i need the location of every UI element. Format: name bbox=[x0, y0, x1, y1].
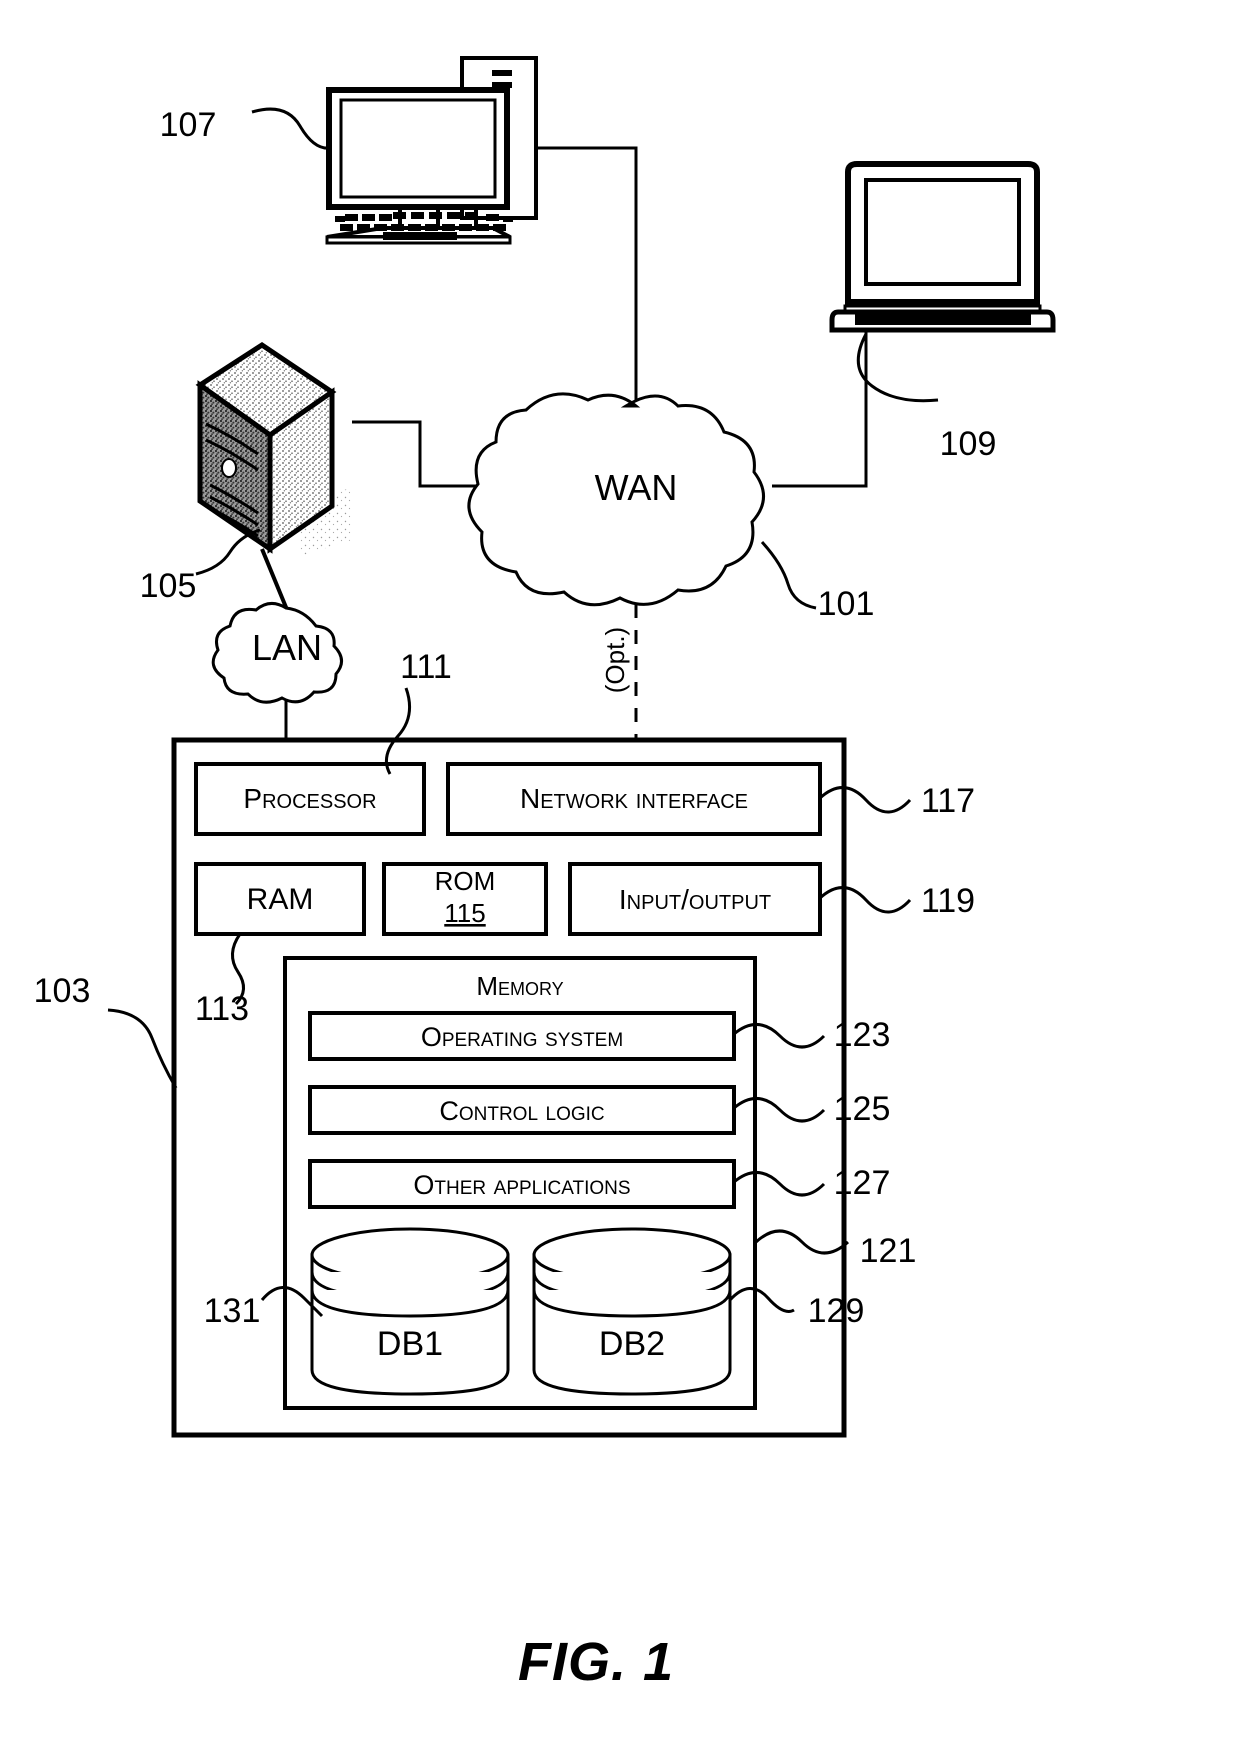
other-applications-block: Other applications bbox=[308, 1159, 736, 1209]
ref-131: 131 bbox=[204, 1292, 261, 1330]
ref-127: 127 bbox=[834, 1164, 891, 1202]
memory-label: Memory bbox=[476, 971, 563, 1001]
db2-label: DB2 bbox=[599, 1325, 665, 1363]
input-output-block: Input/output bbox=[568, 862, 822, 936]
db1-cylinder: DB1 bbox=[310, 1227, 510, 1396]
processor-label: Processor bbox=[243, 783, 376, 814]
ref-101: 101 bbox=[818, 585, 875, 623]
other-applications-label: Other applications bbox=[413, 1170, 630, 1200]
ref-123: 123 bbox=[834, 1016, 891, 1054]
ref-111: 111 bbox=[400, 648, 452, 686]
processor-block: Processor bbox=[194, 762, 426, 836]
network-interface-block: Network interface bbox=[446, 762, 822, 836]
server-tower-icon bbox=[195, 342, 352, 618]
ref-119: 119 bbox=[921, 882, 975, 920]
lan-cloud-icon: LAN bbox=[211, 602, 343, 704]
ref-129: 129 bbox=[808, 1292, 865, 1330]
operating-system-block: Operating system bbox=[308, 1011, 736, 1061]
optional-link-label: (Opt.) bbox=[600, 627, 630, 693]
rom-ref: 115 bbox=[444, 898, 485, 928]
desktop-computer-icon bbox=[325, 56, 538, 245]
ref-113: 113 bbox=[195, 990, 249, 1028]
patent-figure-canvas: WAN LAN (Opt.) Processor Network interfa… bbox=[0, 0, 1240, 1753]
rom-label: ROM bbox=[435, 866, 496, 896]
network-interface-label: Network interface bbox=[520, 783, 748, 814]
ref-105: 105 bbox=[140, 567, 197, 605]
ref-107: 107 bbox=[160, 106, 217, 144]
wan-cloud-icon: WAN bbox=[467, 392, 765, 607]
control-logic-block: Control logic bbox=[308, 1085, 736, 1135]
ref-103: 103 bbox=[34, 972, 91, 1010]
ref-121: 121 bbox=[860, 1232, 917, 1270]
ref-109: 109 bbox=[940, 425, 997, 463]
figure-caption: FIG. 1 bbox=[518, 1632, 674, 1692]
wan-label: WAN bbox=[595, 467, 678, 508]
laptop-icon bbox=[829, 161, 1056, 333]
ref-117: 117 bbox=[921, 782, 975, 820]
db1-label: DB1 bbox=[377, 1325, 443, 1363]
ref-125: 125 bbox=[834, 1090, 891, 1128]
ram-label: RAM bbox=[247, 883, 314, 916]
operating-system-label: Operating system bbox=[421, 1022, 623, 1052]
input-output-label: Input/output bbox=[619, 884, 771, 915]
ram-block: RAM bbox=[194, 862, 366, 936]
lan-label: LAN bbox=[252, 627, 322, 668]
db2-cylinder: DB2 bbox=[532, 1227, 732, 1396]
control-logic-label: Control logic bbox=[439, 1096, 604, 1126]
rom-block: ROM 115 bbox=[382, 862, 548, 936]
